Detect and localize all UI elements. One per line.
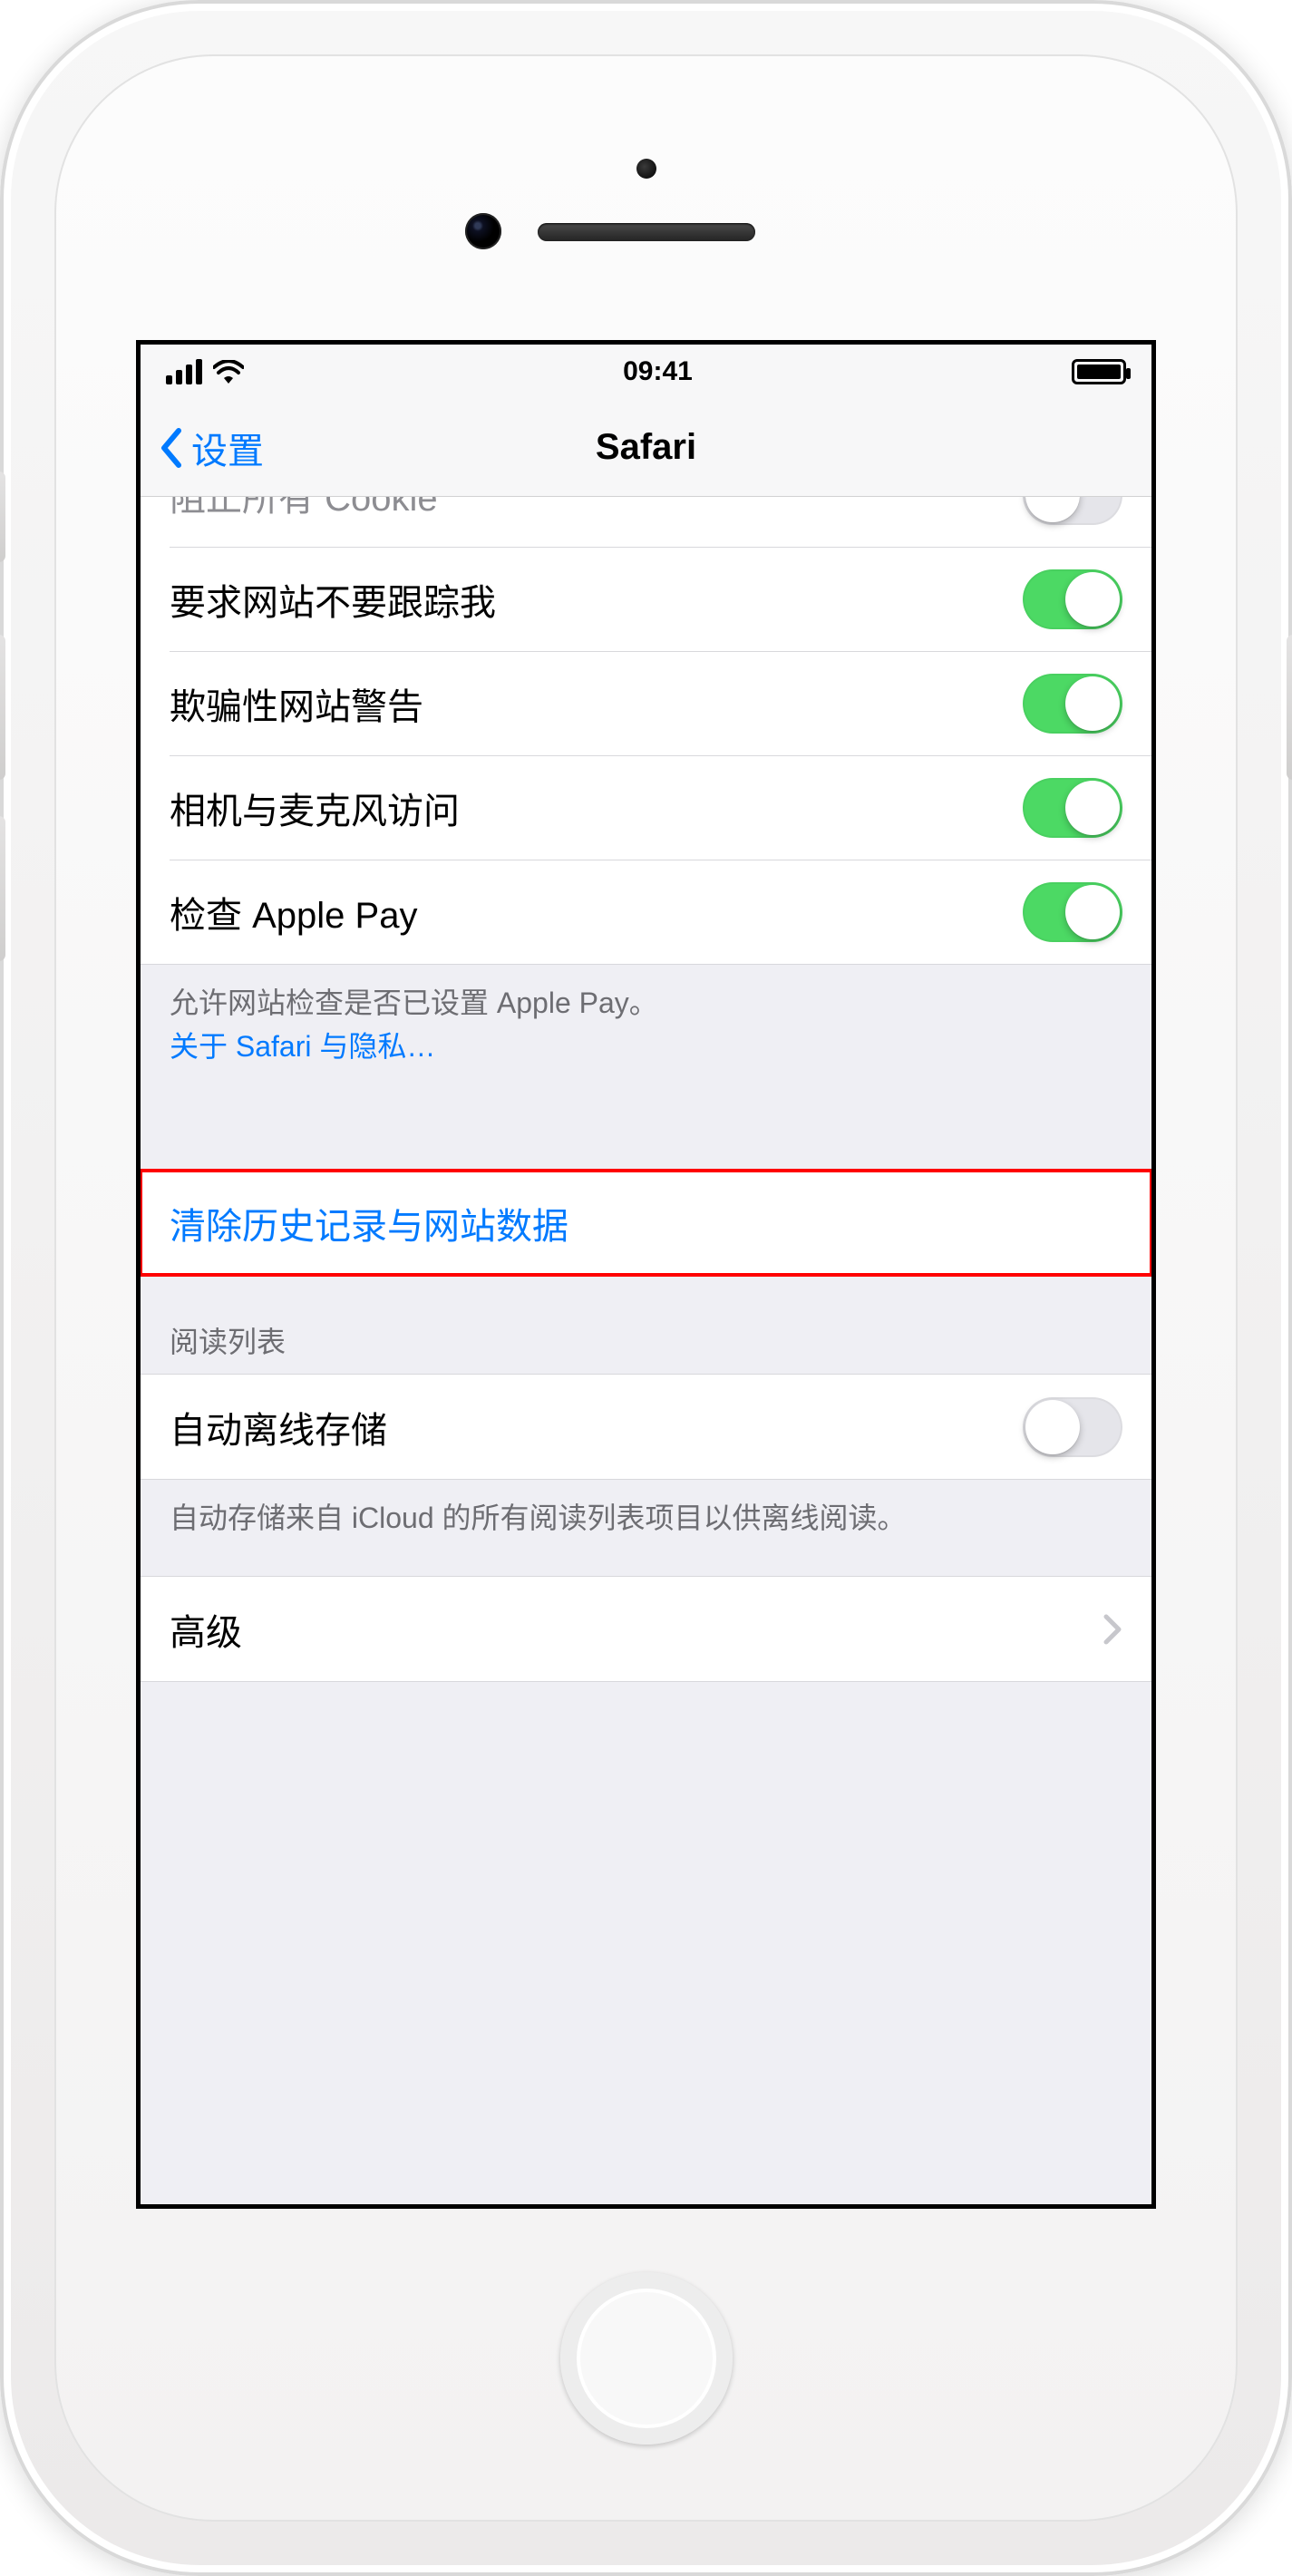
battery-icon — [1072, 359, 1126, 384]
row-do-not-track[interactable]: 要求网站不要跟踪我 — [141, 547, 1151, 651]
toggle-camera-mic[interactable] — [1023, 778, 1122, 838]
footer-text: 允许网站检查是否已设置 Apple Pay。 — [170, 987, 658, 1019]
page-title: Safari — [596, 427, 696, 468]
row-label: 要求网站不要跟踪我 — [170, 573, 496, 626]
wifi-icon — [213, 360, 244, 384]
apple-pay-footer: 允许网站检查是否已设置 Apple Pay。 关于 Safari 与隐私… — [141, 965, 1151, 1104]
row-fraud-warning[interactable]: 欺骗性网站警告 — [141, 651, 1151, 755]
row-check-apple-pay[interactable]: 检查 Apple Pay — [141, 860, 1151, 964]
phone-frame: 09:41 设置 Safari — [0, 0, 1292, 2576]
row-label: 阻止所有 Cookie — [170, 497, 438, 521]
toggle-auto-offline[interactable] — [1023, 1397, 1122, 1457]
toggle-do-not-track[interactable] — [1023, 569, 1122, 629]
row-label: 清除历史记录与网站数据 — [170, 1197, 568, 1249]
settings-content[interactable]: 阻止所有 Cookie 要求网站不要跟踪我 欺骗性网站警告 — [141, 497, 1151, 2204]
about-safari-privacy-link[interactable]: 关于 Safari 与隐私… — [170, 1030, 435, 1063]
back-label: 设置 — [191, 422, 264, 474]
volume-up-button — [0, 635, 5, 780]
cellular-signal-icon — [166, 359, 202, 384]
toggle-block-cookies[interactable] — [1023, 497, 1122, 525]
front-camera — [465, 213, 501, 249]
home-button[interactable] — [560, 2272, 733, 2445]
row-label: 检查 Apple Pay — [170, 886, 417, 938]
row-block-cookies[interactable]: 阻止所有 Cookie — [141, 497, 1151, 547]
chevron-left-icon — [159, 427, 186, 469]
reading-list-footer: 自动存储来自 iCloud 的所有阅读列表项目以供离线阅读。 — [141, 1480, 1151, 1576]
screen: 09:41 设置 Safari — [136, 340, 1156, 2209]
nav-bar: 设置 Safari — [141, 399, 1151, 497]
proximity-sensor — [636, 159, 656, 179]
row-label: 高级 — [170, 1603, 242, 1656]
row-auto-offline[interactable]: 自动离线存储 — [141, 1375, 1151, 1479]
row-label: 欺骗性网站警告 — [170, 677, 423, 730]
mute-switch — [0, 471, 5, 562]
toggle-apple-pay[interactable] — [1023, 882, 1122, 942]
toggle-fraud-warning[interactable] — [1023, 674, 1122, 734]
back-button[interactable]: 设置 — [159, 399, 264, 496]
row-label: 自动离线存储 — [170, 1401, 387, 1453]
clear-history-button[interactable]: 清除历史记录与网站数据 — [141, 1171, 1151, 1275]
status-bar: 09:41 — [141, 345, 1151, 399]
status-time: 09:41 — [623, 356, 693, 387]
row-advanced[interactable]: 高级 — [141, 1577, 1151, 1681]
chevron-right-icon — [1103, 1613, 1122, 1646]
earpiece-speaker — [538, 223, 755, 241]
row-camera-mic[interactable]: 相机与麦克风访问 — [141, 755, 1151, 860]
reading-list-header: 阅读列表 — [141, 1276, 1151, 1374]
volume-down-button — [0, 816, 5, 961]
clear-history-group: 清除历史记录与网站数据 — [141, 1170, 1151, 1276]
power-button — [1287, 635, 1292, 780]
row-label: 相机与麦克风访问 — [170, 782, 460, 834]
